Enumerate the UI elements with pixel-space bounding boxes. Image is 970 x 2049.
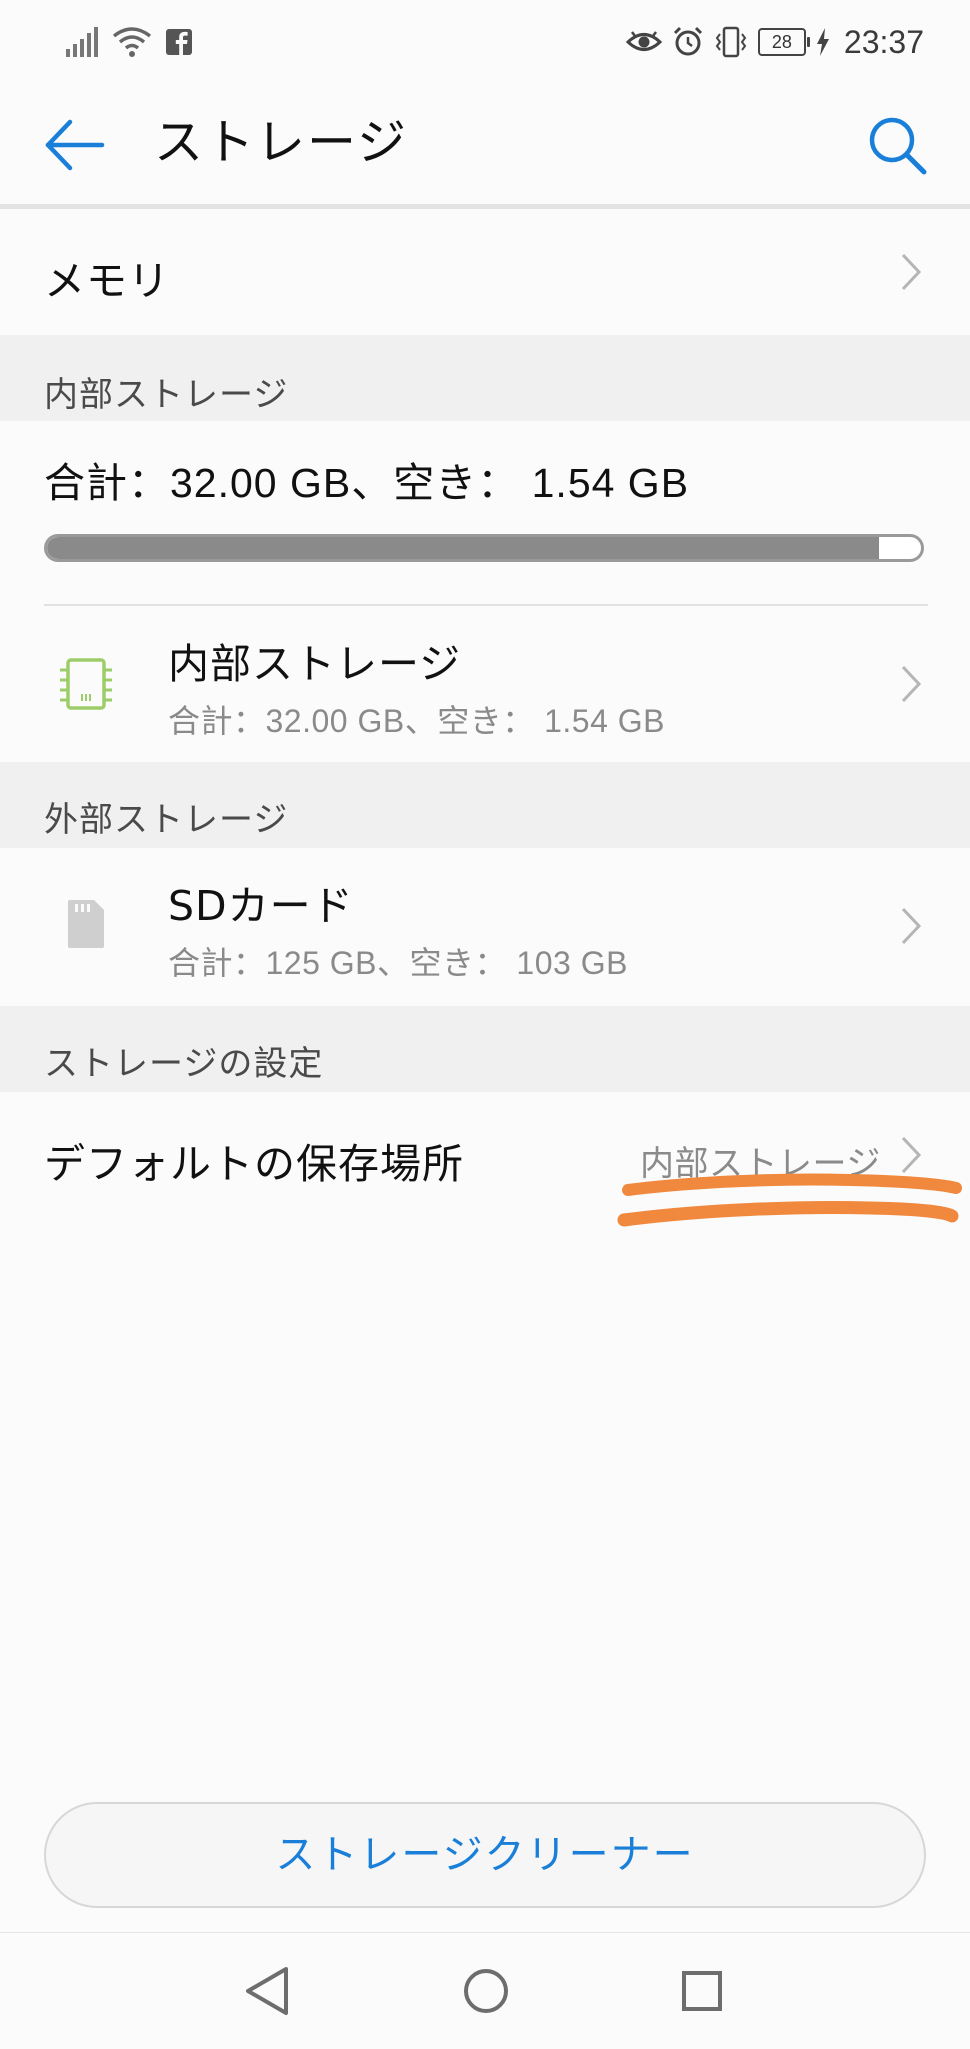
recents-nav-icon	[682, 1971, 722, 2011]
internal-storage-section-header: 内部ストレージ	[0, 335, 970, 421]
chevron-right-icon	[901, 253, 922, 291]
default-location-label: デフォルトの保存場所	[44, 1140, 464, 1188]
internal-storage-subtitle: 合計：32.00 GB、空き： 1.54 GB	[168, 703, 666, 739]
storage-usage-fill	[47, 537, 880, 559]
eye-comfort-icon	[625, 31, 662, 51]
battery-icon: 28	[757, 28, 810, 56]
vibrate-icon	[715, 26, 747, 58]
status-right-icons: 28 23:37	[625, 22, 924, 62]
recents-nav-button[interactable]	[672, 1963, 732, 2019]
annotation-underline-marks	[617, 1173, 962, 1227]
internal-storage-title: 内部ストレージ	[168, 640, 462, 688]
memory-label: メモリ	[44, 257, 170, 305]
section-header-label: ストレージの設定	[44, 1044, 324, 1084]
search-button[interactable]	[864, 112, 930, 178]
status-bar: 28 23:37	[0, 0, 970, 82]
back-arrow-icon	[45, 119, 105, 171]
home-nav-icon	[464, 1969, 508, 2013]
storage-summary: 合計：32.00 GB、空き： 1.54 GB	[44, 460, 690, 506]
back-button[interactable]	[40, 114, 110, 176]
wifi-icon	[112, 27, 152, 57]
sd-card-item[interactable]: SDカード 合計：125 GB、空き： 103 GB	[0, 848, 970, 1006]
external-storage-section-header: 外部ストレージ	[0, 762, 970, 848]
status-time: 23:37	[843, 23, 924, 60]
alarm-icon	[673, 26, 702, 56]
memory-row[interactable]: メモリ	[0, 209, 970, 335]
sd-card-icon	[68, 900, 104, 948]
sd-card-subtitle: 合計：125 GB、空き： 103 GB	[168, 945, 628, 981]
storage-settings-section-header: ストレージの設定	[0, 1006, 970, 1092]
back-nav-button[interactable]	[238, 1963, 298, 2019]
facebook-icon	[166, 29, 192, 55]
chevron-right-icon	[901, 907, 922, 945]
home-nav-button[interactable]	[456, 1963, 516, 2019]
section-header-label: 外部ストレージ	[44, 800, 289, 840]
section-header-label: 内部ストレージ	[44, 375, 289, 415]
back-nav-icon	[246, 1967, 288, 2015]
page-title: ストレージ	[154, 114, 409, 171]
storage-usage-bar	[44, 534, 924, 562]
internal-storage-item[interactable]: 内部ストレージ 合計：32.00 GB、空き： 1.54 GB	[0, 606, 970, 762]
app-bar: ストレージ	[0, 82, 970, 209]
navigation-bar	[0, 1932, 970, 2049]
signal-icon	[66, 27, 98, 57]
storage-cleaner-button[interactable]: ストレージクリーナー	[44, 1802, 926, 1908]
chip-icon	[60, 658, 112, 710]
charging-icon	[816, 28, 829, 56]
battery-level: 28	[771, 32, 792, 52]
search-icon	[869, 117, 927, 175]
status-left-icons	[66, 24, 192, 60]
sd-card-title: SDカード	[168, 882, 354, 930]
chevron-right-icon	[901, 665, 922, 703]
